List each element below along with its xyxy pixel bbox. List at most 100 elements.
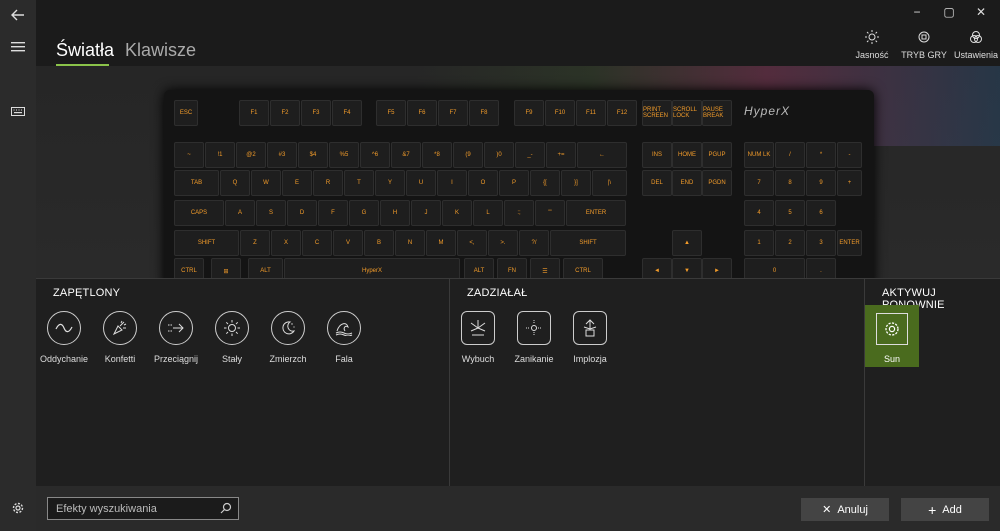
hamburger-menu-icon[interactable]	[0, 32, 36, 62]
keyboard-key[interactable]: END	[672, 170, 702, 196]
effect-twilight[interactable]: Zmierzch	[258, 311, 318, 364]
keyboard-key[interactable]: F8	[469, 100, 499, 126]
keyboard-key[interactable]: H	[380, 200, 410, 226]
keyboard-key[interactable]: ←	[577, 142, 627, 168]
keyboard-key[interactable]: ☰	[530, 258, 560, 278]
keyboard-key[interactable]: TAB	[174, 170, 219, 196]
settings-button[interactable]: Ustawienia	[948, 30, 1000, 60]
keyboard-key[interactable]: HyperX	[284, 258, 460, 278]
keyboard-key[interactable]: S	[256, 200, 286, 226]
minimize-button[interactable]: −	[902, 0, 932, 24]
keyboard-key[interactable]: F6	[407, 100, 437, 126]
search-input[interactable]: Efekty wyszukiwania	[47, 497, 239, 520]
search-icon[interactable]	[220, 502, 232, 514]
keyboard-key[interactable]: }]	[561, 170, 591, 196]
keyboard-key[interactable]: .	[806, 258, 836, 278]
keyboard-key[interactable]: <,	[457, 230, 487, 256]
gear-icon[interactable]	[0, 493, 36, 523]
keyboard-key[interactable]: ►	[702, 258, 732, 278]
effect-sun-selected[interactable]: Sun	[865, 305, 919, 367]
keyboard-key[interactable]: R	[313, 170, 343, 196]
keyboard-key[interactable]: *8	[422, 142, 452, 168]
keyboard-key[interactable]: &7	[391, 142, 421, 168]
keyboard-key[interactable]: FN	[497, 258, 527, 278]
keyboard-key[interactable]: ENTER	[566, 200, 626, 226]
keyboard-key[interactable]: CTRL	[563, 258, 603, 278]
keyboard-key[interactable]: F9	[514, 100, 544, 126]
keyboard-key[interactable]: 1	[744, 230, 774, 256]
effect-confetti[interactable]: Konfetti	[90, 311, 150, 364]
keyboard-key[interactable]: )0	[484, 142, 514, 168]
keyboard-key[interactable]: L	[473, 200, 503, 226]
keyboard-key[interactable]: F	[318, 200, 348, 226]
keyboard-key[interactable]: 7	[744, 170, 774, 196]
tab-keys[interactable]: Klawisze	[125, 40, 196, 61]
keyboard-key[interactable]: Q	[220, 170, 250, 196]
keyboard-key[interactable]: D	[287, 200, 317, 226]
keyboard-key[interactable]: *	[806, 142, 836, 168]
keyboard-key[interactable]: PGDN	[702, 170, 732, 196]
keyboard-key[interactable]: CTRL	[174, 258, 204, 278]
keyboard-key[interactable]: #3	[267, 142, 297, 168]
keyboard-key[interactable]: F4	[332, 100, 362, 126]
keyboard-key[interactable]: HOME	[672, 142, 702, 168]
keyboard-key[interactable]: ◄	[642, 258, 672, 278]
keyboard-key[interactable]: F11	[576, 100, 606, 126]
back-arrow-icon[interactable]	[0, 0, 36, 30]
keyboard-key[interactable]: O	[468, 170, 498, 196]
keyboard-key[interactable]: W	[251, 170, 281, 196]
effect-wave[interactable]: Fala	[314, 311, 374, 364]
keyboard-key[interactable]: Y	[375, 170, 405, 196]
keyboard-key[interactable]: $4	[298, 142, 328, 168]
keyboard-key[interactable]: J	[411, 200, 441, 226]
keyboard-key[interactable]: /	[775, 142, 805, 168]
keyboard-key[interactable]: ▲	[672, 230, 702, 256]
keyboard-key[interactable]: 9	[806, 170, 836, 196]
keyboard-key[interactable]: ENTER	[837, 230, 862, 256]
effect-implosion[interactable]: Implozja	[560, 311, 620, 364]
keyboard-key[interactable]: NUM LK	[744, 142, 774, 168]
keyboard-key[interactable]: I	[437, 170, 467, 196]
keyboard-key[interactable]: ?/	[519, 230, 549, 256]
keyboard-key[interactable]: SHIFT	[174, 230, 239, 256]
keyboard-key[interactable]: @2	[236, 142, 266, 168]
keyboard-key[interactable]: 5	[775, 200, 805, 226]
add-button[interactable]: + Add	[901, 498, 989, 521]
keyboard-key[interactable]: B	[364, 230, 394, 256]
keyboard-key[interactable]: ALT	[464, 258, 494, 278]
keyboard-key[interactable]: 4	[744, 200, 774, 226]
keyboard-key[interactable]: ▼	[672, 258, 702, 278]
keyboard-key[interactable]: _-	[515, 142, 545, 168]
keyboard-key[interactable]: CAPS	[174, 200, 224, 226]
keyboard-key[interactable]: K	[442, 200, 472, 226]
keyboard-key[interactable]: Z	[240, 230, 270, 256]
effect-fade[interactable]: Zanikanie	[504, 311, 564, 364]
keyboard-key[interactable]: %5	[329, 142, 359, 168]
keyboard-key[interactable]: -	[837, 142, 862, 168]
keyboard-key[interactable]: P	[499, 170, 529, 196]
maximize-button[interactable]: ▢	[934, 0, 964, 24]
keyboard-key[interactable]: T	[344, 170, 374, 196]
keyboard-key[interactable]: >.	[488, 230, 518, 256]
keyboard-key[interactable]: G	[349, 200, 379, 226]
keyboard-key[interactable]: PGUP	[702, 142, 732, 168]
keyboard-key[interactable]: F3	[301, 100, 331, 126]
keyboard-key[interactable]: N	[395, 230, 425, 256]
effect-solid[interactable]: Stały	[202, 311, 262, 364]
keyboard-key[interactable]: V	[333, 230, 363, 256]
keyboard-key[interactable]: |\	[592, 170, 627, 196]
keyboard-key[interactable]: PRINT SCREEN	[642, 100, 672, 126]
keyboard-key[interactable]: INS	[642, 142, 672, 168]
keyboard-key[interactable]: F5	[376, 100, 406, 126]
keyboard-key[interactable]: 0	[744, 258, 805, 278]
close-button[interactable]: ✕	[966, 0, 996, 24]
keyboard-key[interactable]: ~	[174, 142, 204, 168]
keyboard-key[interactable]: F7	[438, 100, 468, 126]
effect-swipe[interactable]: Przeciągnij	[146, 311, 206, 364]
keyboard-key[interactable]: ^6	[360, 142, 390, 168]
keyboard-key[interactable]: "'	[535, 200, 565, 226]
keyboard-key[interactable]: DEL	[642, 170, 672, 196]
keyboard-key[interactable]: ⊞	[211, 258, 241, 278]
keyboard-key[interactable]: SHIFT	[550, 230, 626, 256]
keyboard-key[interactable]: 8	[775, 170, 805, 196]
